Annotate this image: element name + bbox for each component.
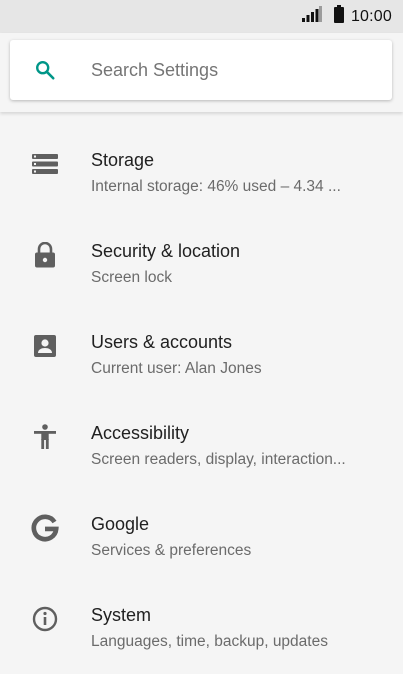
settings-item-accessibility[interactable]: Accessibility Screen readers, display, i… bbox=[0, 401, 403, 492]
settings-item-title: Security & location bbox=[91, 241, 241, 261]
settings-item-system[interactable]: System Languages, time, backup, updates bbox=[0, 583, 403, 674]
settings-item-google[interactable]: Google Services & preferences bbox=[0, 492, 403, 583]
settings-item-subtitle: Services & preferences bbox=[91, 542, 252, 559]
battery-icon bbox=[333, 5, 344, 28]
google-icon bbox=[31, 514, 59, 542]
settings-list: Storage Internal storage: 46% used – 4.3… bbox=[0, 128, 403, 674]
lock-icon bbox=[31, 241, 59, 269]
signal-icon bbox=[301, 6, 322, 27]
status-bar: 10:00 bbox=[0, 0, 403, 33]
settings-item-subtitle: Screen readers, display, interaction... bbox=[91, 451, 346, 468]
search-area: Search Settings bbox=[0, 33, 403, 112]
settings-item-security[interactable]: Security & location Screen lock bbox=[0, 219, 403, 310]
accessibility-icon bbox=[31, 423, 59, 451]
storage-icon bbox=[31, 150, 59, 178]
settings-item-title: Google bbox=[91, 514, 150, 534]
search-bar[interactable]: Search Settings bbox=[10, 40, 392, 100]
settings-item-title: Users & accounts bbox=[91, 332, 233, 352]
search-icon bbox=[34, 59, 56, 86]
settings-item-subtitle: Languages, time, backup, updates bbox=[91, 633, 328, 650]
settings-item-subtitle: Internal storage: 46% used – 4.34 ... bbox=[91, 178, 341, 195]
settings-item-subtitle: Current user: Alan Jones bbox=[91, 360, 262, 377]
info-icon bbox=[31, 605, 59, 633]
settings-item-users[interactable]: Users & accounts Current user: Alan Jone… bbox=[0, 310, 403, 401]
settings-item-subtitle: Screen lock bbox=[91, 269, 172, 286]
clock: 10:00 bbox=[350, 7, 392, 25]
account-box-icon bbox=[31, 332, 59, 360]
search-placeholder: Search Settings bbox=[91, 60, 219, 80]
settings-item-storage[interactable]: Storage Internal storage: 46% used – 4.3… bbox=[0, 128, 403, 219]
settings-item-title: System bbox=[91, 605, 152, 625]
settings-item-title: Storage bbox=[91, 150, 155, 170]
settings-item-title: Accessibility bbox=[91, 423, 190, 443]
